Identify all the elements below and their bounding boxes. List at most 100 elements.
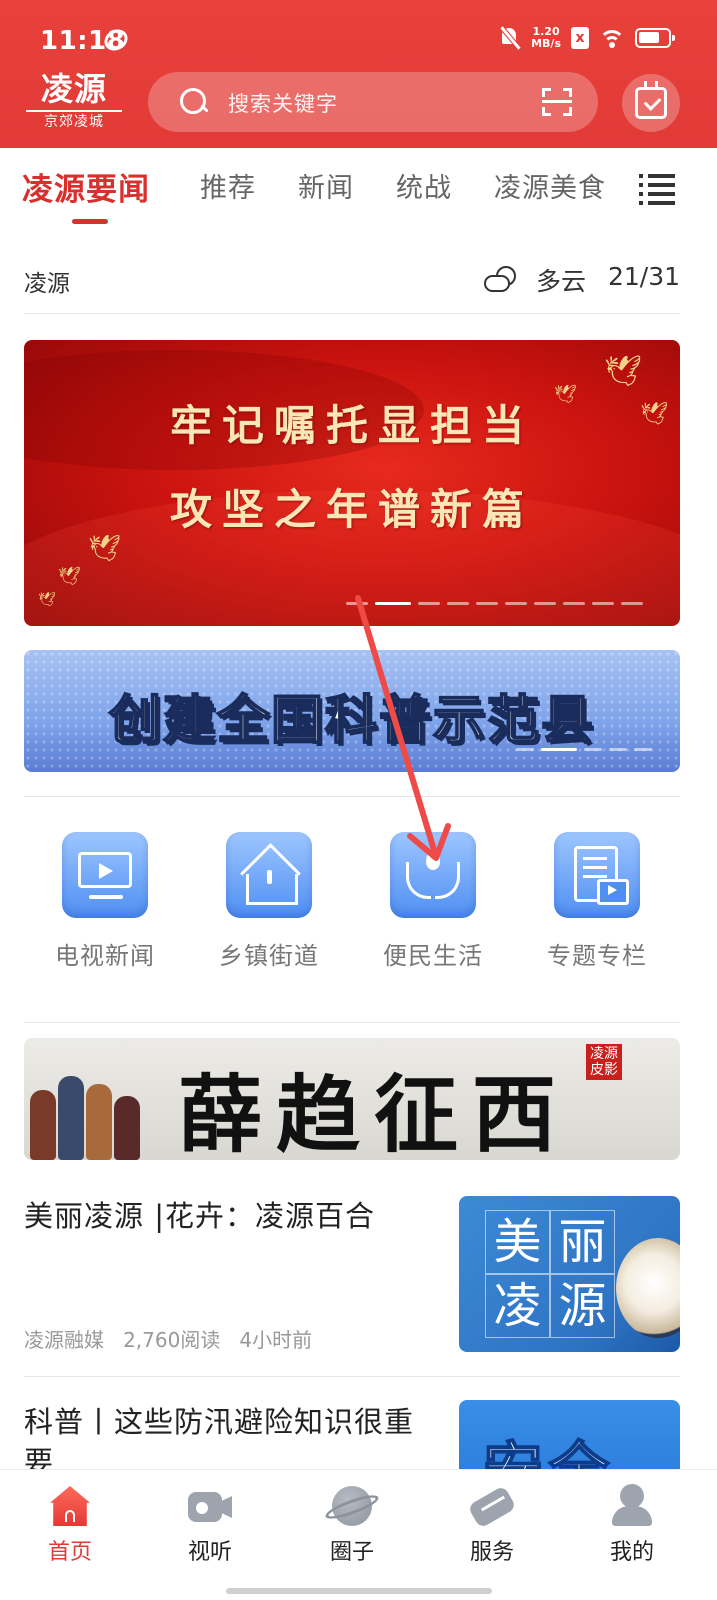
nav-label: 首页 <box>47 1540 92 1565</box>
location-weather-row: 凌源 多云 21/31 <box>24 248 680 314</box>
hero-banner[interactable]: 牢记嘱托显担当 攻坚之年谱新篇 🕊 🕊 🕊 🕊 🕊 🕊 <box>24 340 680 626</box>
search-input[interactable]: 搜索关键字 <box>228 88 338 118</box>
shortcut-towns-streets[interactable]: 乡镇街道 <box>194 832 344 982</box>
dove-icon: 🕊 <box>640 402 668 427</box>
carousel-dot <box>447 602 469 605</box>
news-item[interactable]: 科普丨这些防汛避险知识很重要 安全 <box>24 1400 680 1470</box>
carousel-dot <box>476 602 498 605</box>
logo-sub-text: 京郊凌城 <box>26 110 122 131</box>
nav-circle[interactable]: 圈子 <box>302 1482 402 1572</box>
shortcut-label: 乡镇街道 <box>219 942 319 970</box>
lingyuan-puppetry-seal: 凌源 皮影 <box>586 1044 622 1080</box>
app-logo[interactable]: 凌源 京郊凌城 <box>26 70 122 132</box>
nav-service[interactable]: 服务 <box>442 1482 542 1572</box>
search-icon <box>180 88 208 116</box>
hero-banner-line-2: 攻坚之年谱新篇 <box>169 485 534 534</box>
nav-audio-video[interactable]: 视听 <box>160 1482 260 1572</box>
science-county-banner[interactable]: 创建全国科普示范县 <box>24 650 680 772</box>
news-meta: 凌源融媒 2,760阅读 4小时前 <box>24 1324 312 1353</box>
opera-banner-title: 薛趋征西 <box>177 1065 570 1160</box>
calendar-checkin-button[interactable] <box>622 74 680 132</box>
news-source: 凌源融媒 <box>24 1328 104 1352</box>
dove-icon: 🕊 <box>58 566 81 587</box>
carousel-dot <box>516 748 534 751</box>
seal-line-1: 凌源 <box>590 1046 618 1062</box>
divider <box>24 1022 680 1023</box>
partly-cloudy-icon <box>484 266 516 292</box>
sim-icon: x <box>571 27 589 49</box>
carousel-dot <box>346 602 368 605</box>
shortcut-tv-news[interactable]: 电视新闻 <box>30 832 180 982</box>
calendar-check-icon <box>635 81 667 119</box>
network-speed-unit: MB/s <box>531 37 561 50</box>
active-tab-indicator <box>72 219 108 224</box>
city-label[interactable]: 凌源 <box>24 264 70 298</box>
channel-tabs: 凌源要闻 推荐 新闻 统战 凌源美食 <box>0 148 717 232</box>
news-title: 科普丨这些防汛避险知识很重要 <box>24 1405 415 1470</box>
news-title: 美丽凌源 |花卉：凌源百合 <box>24 1199 375 1233</box>
carousel-dot <box>505 602 527 605</box>
thumbnail-text-grid: 美 丽 凌 源 <box>485 1210 615 1338</box>
scan-icon[interactable] <box>542 88 572 116</box>
tab-lingyuan-news[interactable]: 凌源要闻 <box>22 164 150 209</box>
tab-united-front[interactable]: 统战 <box>396 166 452 205</box>
news-item[interactable]: 美丽凌源 |花卉：凌源百合 凌源融媒 2,760阅读 4小时前 美 丽 凌 源 <box>24 1196 680 1366</box>
dove-icon: 🕊 <box>604 354 643 389</box>
shortcut-special-topics[interactable]: 专题专栏 <box>522 832 672 982</box>
app-header: 11:18 1.20 MB/s x 凌源 京郊凌城 搜索关键字 <box>0 0 717 148</box>
hero-carousel-indicator <box>346 602 643 605</box>
news-reads: 2,760阅读 <box>123 1328 221 1352</box>
thumbnail-char: 美 <box>485 1210 550 1274</box>
handshake-icon <box>467 1485 517 1529</box>
thumbnail-char: 丽 <box>550 1210 615 1274</box>
bottom-navigation: 首页 视听 圈子 服务 我的 <box>0 1470 717 1600</box>
video-camera-dot <box>196 1502 208 1514</box>
weather-condition: 多云 <box>536 267 587 296</box>
shortcut-label: 电视新闻 <box>55 942 155 970</box>
status-icons: 1.20 MB/s x <box>499 26 675 50</box>
network-speed: 1.20 MB/s <box>531 26 561 50</box>
document-video-icon <box>554 832 640 918</box>
weather-temperature: 21/31 <box>607 262 680 291</box>
shadow-puppet-figure <box>114 1096 140 1160</box>
home-icon <box>226 832 312 918</box>
carousel-dot <box>563 602 585 605</box>
channel-menu-icon[interactable] <box>639 172 675 205</box>
nav-label: 圈子 <box>329 1540 374 1565</box>
news-time: 4小时前 <box>239 1328 313 1352</box>
carousel-dot <box>634 748 652 751</box>
dove-icon: 🕊 <box>88 534 122 564</box>
nav-label: 服务 <box>469 1540 514 1565</box>
tab-recommend[interactable]: 推荐 <box>200 166 256 205</box>
wifi-icon <box>599 28 625 48</box>
shadow-puppet-banner[interactable]: 薛趋征西 凌源 皮影 <box>24 1038 680 1160</box>
news-thumbnail: 安全 <box>459 1400 680 1470</box>
nav-home[interactable]: 首页 <box>20 1482 120 1572</box>
science-carousel-indicator <box>516 748 652 751</box>
carousel-dot <box>584 748 602 751</box>
carousel-dot-active <box>541 748 577 751</box>
mute-icon <box>499 26 521 50</box>
thumbnail-char: 凌 <box>485 1274 550 1338</box>
divider <box>24 1376 680 1377</box>
tab-lingyuan-food[interactable]: 凌源美食 <box>494 166 606 205</box>
battery-icon <box>635 28 675 48</box>
dove-icon: 🕊 <box>554 384 577 405</box>
nav-label: 我的 <box>609 1540 654 1565</box>
logo-main-text: 凌源 <box>40 70 107 108</box>
seal-line-2: 皮影 <box>590 1062 618 1078</box>
science-banner-title: 创建全国科普示范县 <box>108 690 595 752</box>
search-bar[interactable]: 搜索关键字 <box>148 72 598 132</box>
home-icon-door <box>65 1510 75 1522</box>
shadow-puppet-figure <box>86 1084 112 1160</box>
shortcut-label: 便民生活 <box>383 942 483 970</box>
status-bar: 11:18 1.20 MB/s x <box>0 0 717 80</box>
shortcut-convenience-life[interactable]: 便民生活 <box>358 832 508 982</box>
divider <box>24 796 680 797</box>
gesture-home-indicator[interactable] <box>226 1588 492 1594</box>
carousel-dot <box>609 748 627 751</box>
nav-me[interactable]: 我的 <box>582 1482 682 1572</box>
shortcut-label: 专题专栏 <box>547 942 647 970</box>
tab-news[interactable]: 新闻 <box>298 166 354 205</box>
news-thumbnail: 美 丽 凌 源 <box>459 1196 680 1352</box>
